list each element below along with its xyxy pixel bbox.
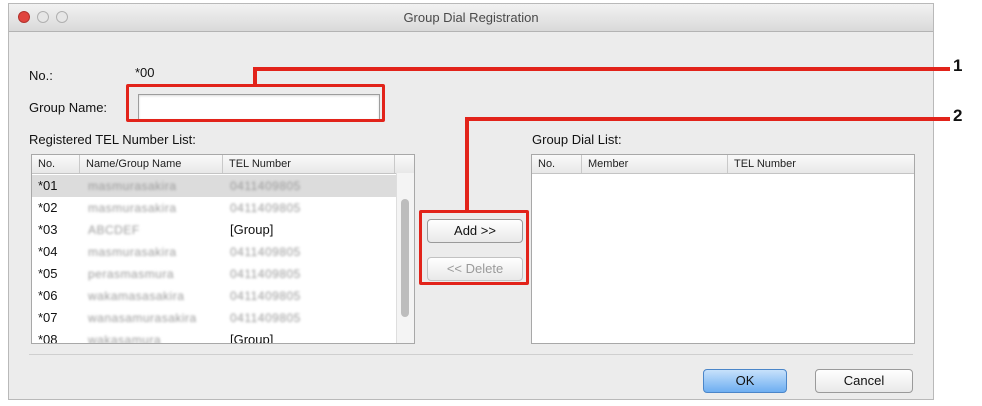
- row-no: *06: [38, 288, 58, 303]
- list-row[interactable]: *06 wakamasasakira 0411409805: [32, 285, 397, 307]
- list-row[interactable]: *03 ABCDEF [Group]: [32, 219, 397, 241]
- group-dial-list-label: Group Dial List:: [532, 132, 622, 147]
- vertical-scrollbar[interactable]: [396, 173, 414, 343]
- ok-button[interactable]: OK: [703, 369, 787, 393]
- callout-leader-2-vertical: [465, 117, 469, 212]
- row-name: masmurasakira: [88, 179, 177, 193]
- cancel-button[interactable]: Cancel: [815, 369, 913, 393]
- window-title: Group Dial Registration: [403, 10, 539, 25]
- callout-box-add-delete: [419, 210, 529, 285]
- row-tel: 0411409805: [230, 179, 301, 193]
- list-row[interactable]: *07 wanasamurasakira 0411409805: [32, 307, 397, 329]
- row-name: masmurasakira: [88, 245, 177, 259]
- registered-list-label: Registered TEL Number List:: [29, 132, 196, 147]
- column-header-name[interactable]: Name/Group Name: [80, 155, 223, 173]
- row-name: wanasamurasakira: [88, 311, 197, 325]
- callout-number-1: 1: [953, 56, 963, 75]
- dialog-window: Group Dial Registration No.: *00 Group N…: [8, 3, 934, 400]
- column-header-no[interactable]: No.: [32, 155, 80, 173]
- column-header-member[interactable]: Member: [582, 155, 728, 173]
- list-row[interactable]: *08 wakasamura [Group]: [32, 329, 397, 344]
- row-name: wakamasasakira: [88, 289, 185, 303]
- title-bar: Group Dial Registration: [9, 4, 933, 32]
- scrollbar-thumb[interactable]: [401, 199, 409, 317]
- group-dial-list-header: No. Member TEL Number: [532, 155, 914, 174]
- row-no: *05: [38, 266, 58, 281]
- list-row[interactable]: *01 masmurasakira 0411409805: [32, 175, 397, 197]
- row-no: *01: [38, 178, 58, 193]
- row-tel: 0411409805: [230, 311, 301, 325]
- row-no: *07: [38, 310, 58, 325]
- list-row[interactable]: *05 perasmasmura 0411409805: [32, 263, 397, 285]
- callout-leader-2-horizontal: [465, 117, 950, 121]
- group-dial-list[interactable]: No. Member TEL Number: [531, 154, 915, 344]
- column-header-no[interactable]: No.: [532, 155, 582, 173]
- group-name-label: Group Name:: [29, 100, 108, 115]
- callout-box-group-name: [126, 84, 385, 122]
- row-name: perasmasmura: [88, 267, 175, 281]
- row-tel: 0411409805: [230, 245, 301, 259]
- row-name: wakasamura: [88, 333, 162, 344]
- row-no: *04: [38, 244, 58, 259]
- column-header-tel[interactable]: TEL Number: [728, 155, 914, 173]
- row-tel: 0411409805: [230, 289, 301, 303]
- registered-list-header: No. Name/Group Name TEL Number: [32, 155, 414, 174]
- row-tel: [Group]: [230, 332, 274, 344]
- row-name: masmurasakira: [88, 201, 177, 215]
- row-no: *08: [38, 332, 58, 344]
- row-tel: [Group]: [230, 222, 274, 237]
- no-value: *00: [135, 65, 155, 80]
- list-row[interactable]: *04 masmurasakira 0411409805: [32, 241, 397, 263]
- row-no: *03: [38, 222, 58, 237]
- registered-tel-list[interactable]: No. Name/Group Name TEL Number *01 masmu…: [31, 154, 415, 344]
- row-tel: 0411409805: [230, 267, 301, 281]
- callout-number-2: 2: [953, 106, 963, 125]
- footer-divider: [29, 354, 913, 355]
- row-tel: 0411409805: [230, 201, 301, 215]
- no-label: No.:: [29, 68, 53, 83]
- row-no: *02: [38, 200, 58, 215]
- callout-leader-1-horizontal: [253, 67, 950, 71]
- row-name: ABCDEF: [88, 223, 140, 237]
- list-row[interactable]: *02 masmurasakira 0411409805: [32, 197, 397, 219]
- column-header-tel[interactable]: TEL Number: [223, 155, 395, 173]
